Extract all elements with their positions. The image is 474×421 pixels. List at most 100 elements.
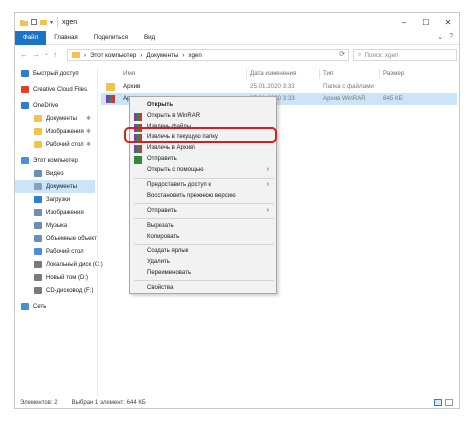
sidebar-item-label: Сеть [33, 303, 47, 310]
sidebar-item[interactable]: Изображения ✱ [15, 125, 95, 138]
sidebar-item-label: Музыка [46, 222, 68, 229]
column-separator[interactable] [246, 69, 247, 79]
winrar-icon [134, 113, 142, 121]
minimize-button[interactable]: – [393, 13, 415, 31]
navigation-buttons: ← → ⌄ ↑ [20, 50, 57, 59]
sidebar-item[interactable]: Рабочий стол ✱ [15, 138, 95, 151]
column-header-type[interactable]: Тип [323, 70, 333, 77]
sidebar-item[interactable]: Новый том (D:) [15, 271, 95, 284]
forward-arrow-icon[interactable]: → [32, 50, 40, 59]
sidebar-item[interactable]: Этот компьютер [15, 154, 95, 167]
file-type: Архив WinRAR [323, 95, 366, 102]
column-header-name[interactable]: Имя [123, 70, 135, 77]
sidebar-item[interactable]: Документы [15, 180, 95, 193]
sidebar-item[interactable]: Музыка [15, 219, 95, 232]
menu-item-label: Отправить [147, 156, 177, 162]
sidebar-item[interactable]: Creative Cloud Files [15, 83, 95, 96]
help-icon[interactable]: ? [449, 33, 453, 41]
menu-item[interactable]: Отправить › [130, 207, 276, 217]
sidebar-item[interactable]: Загрузки [15, 193, 95, 206]
sidebar-item[interactable]: Рабочий стол [15, 245, 95, 258]
folder-icon [34, 128, 42, 135]
breadcrumb-documents[interactable]: Документы [146, 52, 178, 59]
save-icon[interactable] [31, 19, 37, 25]
sidebar-item[interactable]: Сеть [15, 300, 95, 313]
download-icon [34, 196, 42, 203]
back-arrow-icon[interactable]: ← [20, 50, 28, 59]
search-box[interactable]: ⌕ Поиск: xgen [353, 49, 457, 61]
view-switcher [434, 399, 453, 406]
sidebar-item[interactable]: OneDrive [15, 99, 95, 112]
sidebar-item[interactable]: Быстрый доступ [15, 67, 95, 80]
sidebar-item-label: Видео [46, 170, 64, 177]
sidebar-item[interactable]: Видео [15, 167, 95, 180]
sidebar-item[interactable]: Локальный диск (C:) [15, 258, 103, 271]
menu-item-label: Восстановить прежнюю версию [147, 193, 236, 199]
tab-file[interactable]: Файл [15, 30, 47, 45]
sidebar-item[interactable]: Изображения [15, 206, 95, 219]
address-bar[interactable]: › Этот компьютер › Документы › xgen ⟳ [67, 49, 349, 61]
details-view-icon[interactable] [434, 399, 442, 406]
menu-item[interactable]: Восстановить прежнюю версию [130, 192, 276, 202]
music-icon [34, 222, 42, 229]
share-icon [134, 156, 142, 164]
sidebar-item-label: Документы [46, 115, 77, 122]
breadcrumb-xgen[interactable]: xgen [188, 52, 201, 59]
column-header-size[interactable]: Размер [383, 70, 404, 77]
menu-separator [134, 203, 274, 204]
menu-item-label: Отправить [147, 208, 177, 214]
menu-item-label: Свойства [147, 285, 174, 291]
menu-item[interactable]: Копировать [130, 233, 276, 243]
menu-item[interactable]: Свойства [130, 284, 276, 294]
tab-share[interactable]: Поделиться [86, 31, 136, 45]
file-row[interactable]: Архив 25.01.2020 3:33 Папка с файлами [101, 81, 457, 93]
menu-item[interactable]: Вырезать [130, 222, 276, 232]
search-placeholder: Поиск: xgen [364, 51, 399, 59]
address-row: ← → ⌄ ↑ › Этот компьютер › Документы › x… [15, 46, 459, 63]
large-icons-view-icon[interactable] [445, 399, 453, 406]
menu-item-label: Копировать [147, 234, 180, 240]
column-separator[interactable] [379, 69, 380, 79]
menu-item[interactable]: Переименовать [130, 269, 276, 279]
search-icon: ⌕ [358, 51, 362, 58]
menu-item[interactable]: Создать ярлык [130, 247, 276, 257]
file-name: Архив [123, 83, 141, 90]
menu-item[interactable]: Предоставить доступ к › [130, 181, 276, 191]
sidebar-item-label: Локальный диск (C:) [46, 261, 103, 268]
column-separator[interactable] [319, 69, 320, 79]
pane-divider[interactable] [97, 67, 98, 397]
breadcrumb-this-pc[interactable]: Этот компьютер [90, 52, 136, 59]
sidebar-item-label: Документы [46, 183, 77, 190]
close-button[interactable]: ✕ [437, 13, 459, 31]
sidebar-item-label: Новый том (D:) [46, 274, 88, 281]
folder-icon[interactable] [40, 19, 47, 25]
computer-icon [21, 157, 29, 164]
menu-item-label: Открыть [147, 102, 174, 108]
menu-item-label: Удалить [147, 259, 170, 265]
chevron-down-icon[interactable]: ▾ [50, 19, 53, 26]
sidebar-item-label: Этот компьютер [33, 157, 78, 164]
sidebar-item[interactable]: Документы ✱ [15, 112, 95, 125]
winrar-icon [106, 95, 115, 103]
tab-view[interactable]: Вид [136, 31, 163, 45]
refresh-icon[interactable]: ⟳ [339, 50, 345, 58]
column-headers: Имя Дата изменения Тип Размер [101, 67, 457, 81]
sidebar-item[interactable]: CD-дисковод (F:) [15, 284, 95, 297]
chevron-down-icon[interactable]: ⌄ [437, 33, 443, 41]
menu-item[interactable]: Отправить [130, 155, 276, 165]
menu-item[interactable]: Открыть с помощью › [130, 166, 276, 176]
context-menu: Открыть Открыть в WinRAR Извлечь файлы... И… [129, 96, 277, 294]
menu-item[interactable]: Извлечь в Архив\ [130, 144, 276, 154]
maximize-button[interactable]: ☐ [415, 13, 437, 31]
up-arrow-icon[interactable]: ↑ [53, 50, 57, 59]
menu-item[interactable]: Удалить [130, 258, 276, 268]
chevron-down-icon[interactable]: ⌄ [44, 50, 49, 59]
menu-item[interactable]: Открыть [130, 101, 276, 111]
sidebar-item[interactable]: Объемные объект [15, 232, 97, 245]
tab-home[interactable]: Главная [46, 31, 86, 45]
column-header-date[interactable]: Дата изменения [250, 70, 297, 77]
sidebar-item-label: Рабочий стол [46, 141, 84, 148]
menu-item[interactable]: Открыть в WinRAR [130, 112, 276, 122]
menu-separator [134, 218, 274, 219]
window-controls: – ☐ ✕ [393, 13, 459, 31]
